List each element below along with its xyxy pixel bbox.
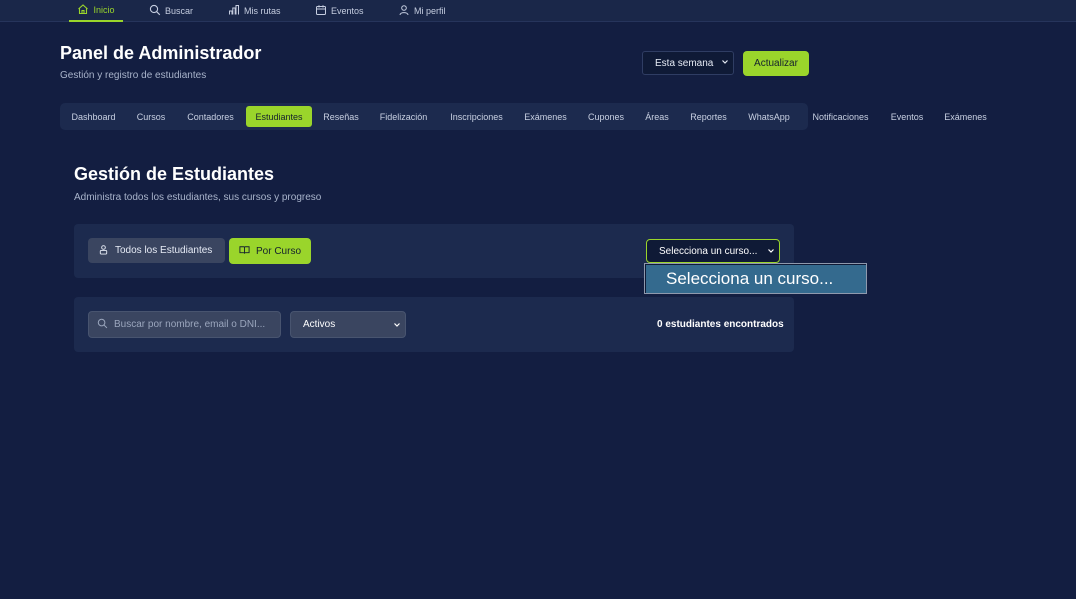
tab-areas[interactable]: Áreas: [639, 106, 675, 127]
nav-item-mis-rutas[interactable]: Mis rutas: [228, 0, 281, 22]
period-select-value: Esta semana: [655, 57, 714, 69]
chevron-down-icon: [767, 247, 775, 255]
tab-examenes-2[interactable]: Exámenes: [938, 106, 993, 127]
nav-item-inicio[interactable]: Inicio: [69, 0, 123, 22]
nav-label: Buscar: [165, 6, 194, 16]
page-title: Panel de Administrador: [60, 43, 262, 63]
tab-fidelizacion[interactable]: Fidelización: [372, 106, 435, 127]
search-icon: [149, 4, 161, 18]
tab-whatsapp[interactable]: WhatsApp: [742, 106, 796, 127]
all-students-button[interactable]: Todos los Estudiantes: [88, 238, 225, 263]
result-count: 0 estudiantes encontrados: [657, 319, 784, 330]
by-course-button[interactable]: Por Curso: [229, 238, 311, 264]
top-navigation: Inicio Buscar Mis rutas Eventos Mi perfi…: [0, 0, 1076, 22]
by-course-label: Por Curso: [256, 245, 302, 257]
chevron-down-icon: [721, 58, 729, 66]
section-title: Gestión de Estudiantes: [74, 164, 275, 184]
search-input[interactable]: [114, 319, 279, 330]
course-select-value: Selecciona un curso...: [659, 245, 758, 257]
chart-icon: [228, 4, 240, 18]
tab-eventos[interactable]: Eventos: [884, 106, 930, 127]
nav-label: Mis rutas: [244, 6, 281, 16]
tab-reportes[interactable]: Reportes: [683, 106, 734, 127]
page-subtitle: Gestión y registro de estudiantes: [60, 70, 207, 81]
section-subtitle: Administra todos los estudiantes, sus cu…: [74, 192, 322, 203]
status-select[interactable]: Activos: [290, 311, 406, 338]
tab-resenas[interactable]: Reseñas: [318, 106, 364, 127]
period-select[interactable]: Esta semana: [642, 51, 734, 75]
nav-label: Inicio: [93, 5, 115, 15]
refresh-button[interactable]: Actualizar: [743, 51, 809, 76]
calendar-icon: [315, 4, 327, 18]
search-icon: [97, 316, 108, 334]
nav-item-eventos[interactable]: Eventos: [315, 0, 364, 22]
course-dropdown-list: Selecciona un curso...: [644, 263, 867, 294]
user-icon: [398, 4, 410, 18]
tab-cursos[interactable]: Cursos: [130, 106, 172, 127]
course-option[interactable]: Selecciona un curso...: [646, 265, 866, 293]
course-select[interactable]: Selecciona un curso...: [646, 239, 780, 263]
home-icon: [77, 3, 89, 17]
tab-notificaciones[interactable]: Notificaciones: [806, 106, 875, 127]
tab-examenes[interactable]: Exámenes: [518, 106, 573, 127]
chevron-down-icon: [393, 321, 401, 329]
nav-item-buscar[interactable]: Buscar: [149, 0, 193, 22]
users-icon: [98, 244, 109, 258]
search-field[interactable]: [88, 311, 281, 338]
all-students-label: Todos los Estudiantes: [115, 245, 213, 256]
tab-contadores[interactable]: Contadores: [180, 106, 241, 127]
tab-estudiantes[interactable]: Estudiantes: [246, 106, 312, 127]
nav-label: Mi perfil: [414, 6, 446, 16]
tab-inscripciones[interactable]: Inscripciones: [443, 106, 510, 127]
nav-item-mi-perfil[interactable]: Mi perfil: [398, 0, 446, 22]
tab-cupones[interactable]: Cupones: [581, 106, 631, 127]
tab-dashboard[interactable]: Dashboard: [63, 106, 124, 127]
book-icon: [239, 244, 250, 258]
status-select-value: Activos: [303, 319, 336, 330]
nav-label: Eventos: [331, 6, 364, 16]
